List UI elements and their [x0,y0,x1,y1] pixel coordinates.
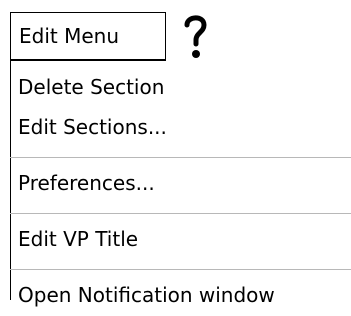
edit-menu-title: Edit Menu [19,24,119,48]
menu-separator [10,157,351,158]
menu-item-edit-sections[interactable]: Edit Sections... [18,114,167,140]
edit-menu-dropdown: Delete Section Edit Sections... Preferen… [10,60,351,316]
edit-menu-button[interactable]: Edit Menu [10,12,166,60]
menu-item-delete-section[interactable]: Delete Section [18,74,164,100]
menu-item-open-notification-window[interactable]: Open Notification window [18,282,275,308]
menu-separator [10,213,351,214]
menu-separator [10,269,351,270]
menu-item-edit-vp-title[interactable]: Edit VP Title [18,226,138,252]
question-mark-icon[interactable] [180,8,210,64]
menu-top-border [10,60,166,61]
menu-left-border [10,60,11,300]
menu-item-preferences[interactable]: Preferences... [18,170,155,196]
